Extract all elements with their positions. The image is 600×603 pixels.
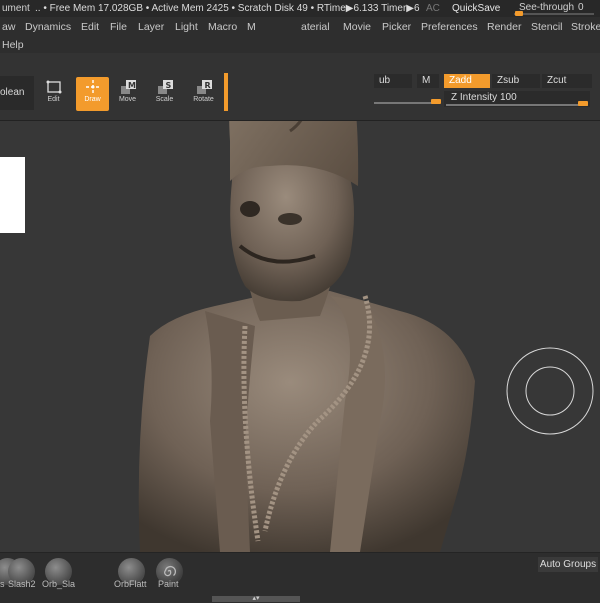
menu-light[interactable]: Light <box>175 21 198 33</box>
boolean-label: olean <box>0 87 25 98</box>
menu-bar: aw Dynamics Edit File Layer Light Macro … <box>0 17 600 53</box>
z-intensity-label: Z Intensity <box>451 92 498 103</box>
ac-label: AC <box>426 3 440 14</box>
menu-preferences[interactable]: Preferences <box>421 21 478 33</box>
sub-label: ub <box>379 75 391 86</box>
brush-orbflatten-label: OrbFlatt <box>114 579 147 589</box>
menu-layer[interactable]: Layer <box>138 21 164 33</box>
menu-macro[interactable]: Macro <box>208 21 237 33</box>
menu-material[interactable]: aterial <box>301 21 330 33</box>
zadd-button[interactable]: Zadd <box>444 74 490 88</box>
menu-help[interactable]: Help <box>2 39 24 51</box>
quicksave-button[interactable]: QuickSave <box>452 0 500 17</box>
brush-orb-slash-label: Orb_Sla <box>42 579 76 589</box>
draw-tool-label: Draw <box>84 96 101 103</box>
scale-tool-button[interactable]: S Scale <box>148 77 181 111</box>
menu-draw[interactable]: aw <box>2 21 15 33</box>
edit-icon <box>46 80 61 94</box>
seethrough-slider[interactable]: See-through 0 <box>512 1 596 16</box>
brush-slash2-label: Slash2 <box>8 579 36 589</box>
edit-tool-button[interactable]: Edit <box>37 77 70 111</box>
m-button[interactable]: M <box>417 74 439 88</box>
draw-tool-button[interactable]: Draw <box>76 77 109 111</box>
z-intensity-slider[interactable]: Z Intensity 100 <box>444 91 590 107</box>
auto-groups-label: Auto Groups <box>539 559 597 570</box>
draw-icon <box>85 80 100 94</box>
move-icon: M <box>120 80 136 94</box>
zsub-button[interactable]: Zsub <box>492 74 540 88</box>
brush-s-label: s <box>0 579 5 589</box>
seethrough-handle[interactable] <box>515 11 523 16</box>
menu-render[interactable]: Render <box>487 21 521 33</box>
brush-shelf: s Slash2 Orb_Sla OrbFlatt Paint Auto Gro… <box>0 552 600 603</box>
menu-stencil[interactable]: Stencil <box>531 21 563 33</box>
rotate-tool-button[interactable]: R Rotate <box>187 77 220 111</box>
z-intensity-value: 100 <box>500 92 517 103</box>
svg-text:S: S <box>165 81 171 90</box>
boolean-button[interactable]: olean <box>0 76 34 110</box>
m-label: M <box>422 75 431 86</box>
move-tool-button[interactable]: M Move <box>111 77 144 111</box>
status-bar: ument .. • Free Mem 17.028GB • Active Me… <box>0 0 600 17</box>
z-intensity-handle[interactable] <box>578 101 588 106</box>
viewport-canvas[interactable] <box>0 121 600 552</box>
document-label: ument <box>2 3 30 14</box>
sculpt-bust <box>138 121 475 552</box>
scale-icon: S <box>157 80 173 94</box>
svg-text:M: M <box>128 81 136 90</box>
auto-groups-button[interactable]: Auto Groups <box>538 557 598 572</box>
move-tool-label: Move <box>118 96 137 103</box>
shelf-scroll-handle[interactable]: ▴▾ <box>212 595 300 602</box>
svg-text:R: R <box>204 81 210 90</box>
rotate-tool-label: Rotate <box>193 96 214 103</box>
menu-m[interactable]: M <box>247 21 256 33</box>
edit-tool-label: Edit <box>47 96 60 103</box>
menu-dynamics[interactable]: Dynamics <box>25 21 71 33</box>
navigation-gizmo[interactable] <box>505 346 595 436</box>
zcut-button[interactable]: Zcut <box>542 74 592 88</box>
menu-stroke[interactable]: Stroke <box>571 21 600 33</box>
menu-movie[interactable]: Movie <box>343 21 371 33</box>
tool-shelf: olean Edit Draw M Move S Scale R Rotate … <box>0 53 600 121</box>
sub-button[interactable]: ub <box>374 74 412 88</box>
tool-separator <box>224 73 228 111</box>
menu-file[interactable]: File <box>110 21 127 33</box>
rotate-icon: R <box>196 80 212 94</box>
zsub-label: Zsub <box>497 75 520 86</box>
paint-brush-label: Paint <box>158 579 179 589</box>
left-slider-handle[interactable] <box>431 99 441 104</box>
menu-edit[interactable]: Edit <box>81 21 99 33</box>
zadd-label: Zadd <box>449 75 472 86</box>
zcut-label: Zcut <box>547 75 567 86</box>
scale-tool-label: Scale <box>155 96 174 103</box>
memory-status: .. • Free Mem 17.028GB • Active Mem 2425… <box>35 3 420 14</box>
menu-picker[interactable]: Picker <box>382 21 411 33</box>
